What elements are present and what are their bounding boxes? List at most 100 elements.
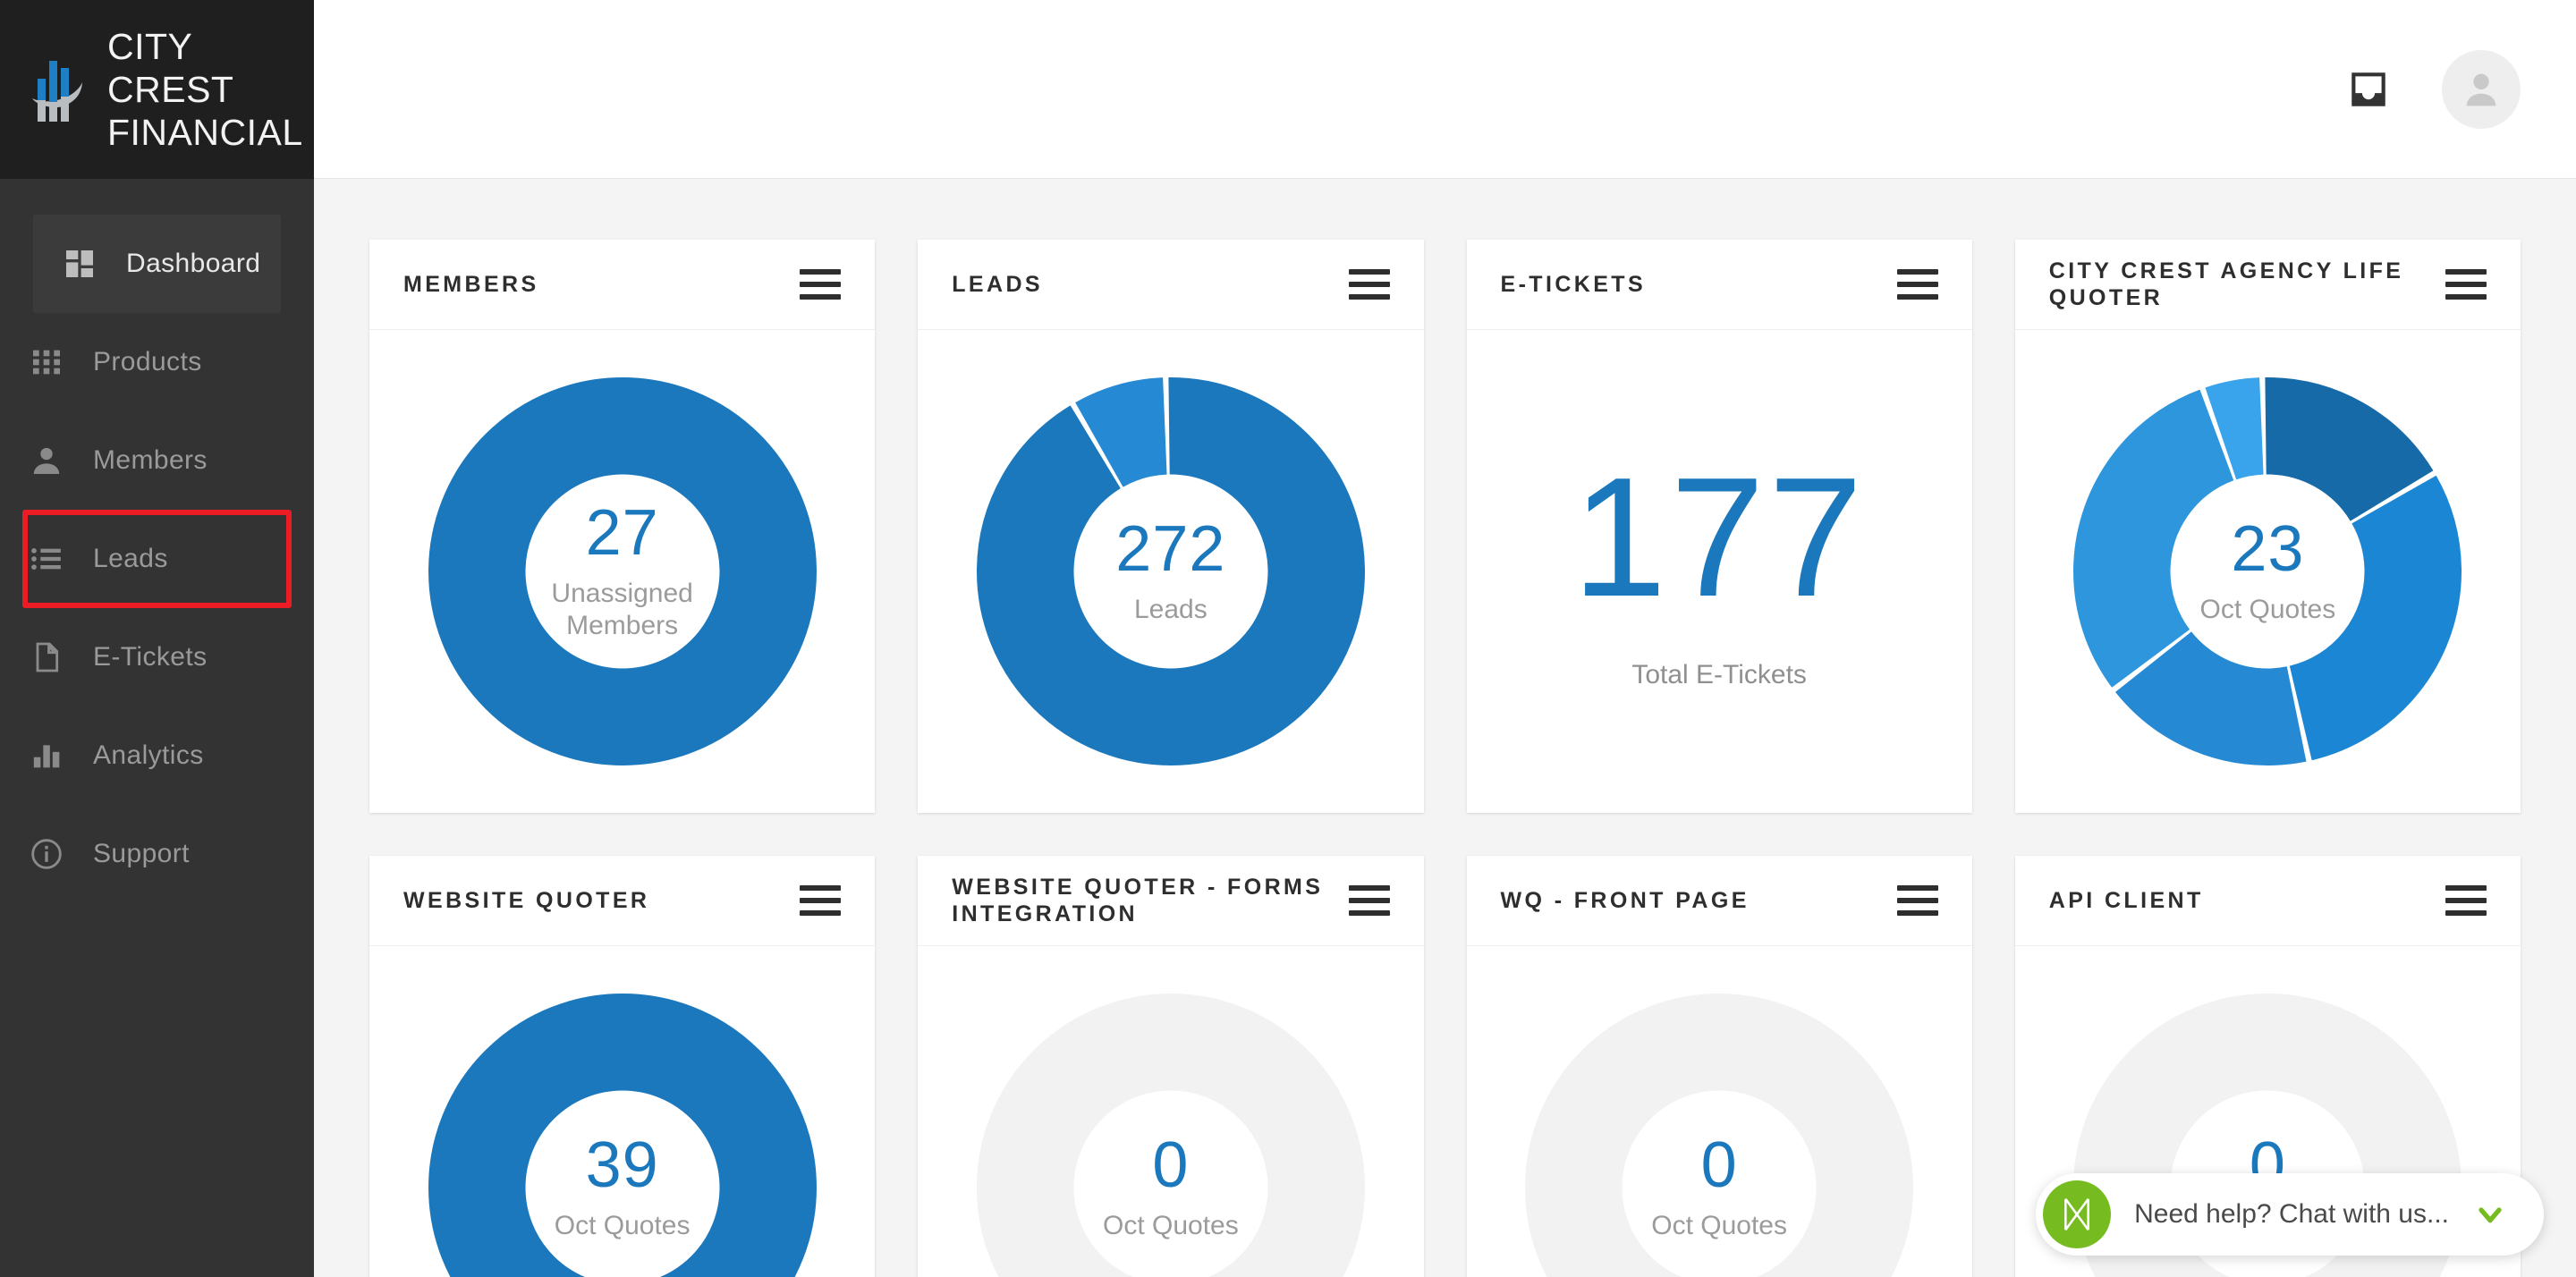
card-title: WEBSITE QUOTER <box>403 888 650 913</box>
card-header: E-TICKETS <box>1466 240 1972 330</box>
donut-chart-life-quoter: 23 Oct Quotes <box>2073 377 2462 765</box>
card-body: 272 Leads <box>918 330 1423 813</box>
card-members: MEMBERS 27 Unassigned Members <box>369 240 876 813</box>
card-wq-front-page: WQ - FRONT PAGE 0 Oct Quotes <box>1466 856 1972 1277</box>
city-crest-bars-logo-icon <box>30 52 88 127</box>
donut-chart-members: 27 Unassigned Members <box>428 377 817 765</box>
donut-label: Oct Quotes <box>2199 595 2336 624</box>
card-header: API CLIENT <box>2014 856 2521 946</box>
sidebar: CITY CREST FINANCIAL Dashboard Products <box>0 0 314 1277</box>
user-avatar-icon <box>2466 73 2496 106</box>
donut-value: 23 <box>2231 513 2305 585</box>
donut-value: 272 <box>1115 513 1226 585</box>
donut-label: Unassigned Members <box>551 579 693 640</box>
donut-chart-forms-integration: 0 Oct Quotes <box>976 994 1365 1277</box>
sidebar-item-label: Analytics <box>93 740 204 770</box>
card-title: E-TICKETS <box>1500 272 1647 297</box>
donut-label: Oct Quotes <box>1103 1211 1239 1240</box>
donut-label: Oct Quotes <box>1651 1211 1787 1240</box>
card-header: LEADS <box>918 240 1424 330</box>
topbar <box>314 0 2576 179</box>
total-e-tickets-value: 177 <box>1572 443 1867 632</box>
donut-label: Leads <box>1134 595 1208 624</box>
dashboard-icon <box>60 244 99 283</box>
hamburger-menu-icon[interactable] <box>2445 269 2487 300</box>
sidebar-item-label: Leads <box>93 544 168 573</box>
dashboard-content: MEMBERS 27 Unassigned Members LEADS 272 … <box>314 179 2576 1277</box>
hamburger-menu-icon[interactable] <box>1348 269 1390 300</box>
sidebar-item-e-tickets[interactable]: E-Tickets <box>0 608 314 706</box>
brand-name: CITY CREST FINANCIAL <box>107 26 303 153</box>
brand-logo[interactable]: CITY CREST FINANCIAL <box>0 0 314 179</box>
sidebar-item-leads[interactable]: Leads <box>0 510 314 608</box>
sidebar-item-members[interactable]: Members <box>0 411 314 510</box>
donut-center: 0 Oct Quotes <box>977 994 1365 1277</box>
card-city-crest-agency-life-quoter: CITY CREST AGENCY LIFE QUOTER 23 Oct Quo… <box>2014 240 2521 813</box>
total-e-tickets-label: Total E-Tickets <box>1631 660 1807 689</box>
card-body: 0 Oct Quotes <box>918 946 1423 1277</box>
card-header: WEBSITE QUOTER - FORMS INTEGRATION <box>918 856 1424 946</box>
card-title: CITY CREST AGENCY LIFE QUOTER <box>2048 258 2404 310</box>
bar-chart-icon <box>27 736 66 775</box>
avatar[interactable] <box>2442 49 2521 129</box>
donut-value: 39 <box>585 1129 659 1201</box>
sidebar-item-label: Support <box>93 839 190 868</box>
chat-brand-logo-icon <box>2043 1180 2112 1248</box>
hamburger-menu-icon[interactable] <box>1348 885 1390 916</box>
sidebar-item-label: Dashboard <box>126 249 261 278</box>
donut-value: 0 <box>1152 1129 1190 1201</box>
card-header: MEMBERS <box>369 240 876 330</box>
sidebar-item-label: Members <box>93 445 208 475</box>
main-area: MEMBERS 27 Unassigned Members LEADS 272 … <box>314 0 2576 1277</box>
card-header: CITY CREST AGENCY LIFE QUOTER <box>2014 240 2521 330</box>
hamburger-menu-icon[interactable] <box>1896 269 1938 300</box>
sidebar-nav: Dashboard Products Members Leads E-Ticke… <box>0 179 314 903</box>
card-website-quoter-forms-integration: WEBSITE QUOTER - FORMS INTEGRATION 0 Oct… <box>918 856 1424 1277</box>
sidebar-item-label: Products <box>93 347 202 376</box>
person-icon <box>27 441 66 480</box>
sidebar-item-support[interactable]: Support <box>0 805 314 903</box>
inbox-tray-icon[interactable] <box>2343 64 2394 114</box>
grid-icon <box>27 343 66 382</box>
card-title: WEBSITE QUOTER - FORMS INTEGRATION <box>952 875 1324 926</box>
card-leads: LEADS 272 Leads <box>918 240 1424 813</box>
donut-center: 23 Oct Quotes <box>2073 377 2462 765</box>
donut-center: 272 Leads <box>977 377 1365 765</box>
card-website-quoter: WEBSITE QUOTER 39 Oct Quotes <box>369 856 876 1277</box>
list-icon <box>27 539 66 579</box>
card-title: WQ - FRONT PAGE <box>1500 888 1750 913</box>
card-body: 177 Total E-Tickets <box>1467 330 1972 813</box>
sidebar-item-analytics[interactable]: Analytics <box>0 706 314 805</box>
donut-center: 27 Unassigned Members <box>428 377 817 765</box>
card-grid: MEMBERS 27 Unassigned Members LEADS 272 … <box>369 240 2521 1277</box>
donut-value: 27 <box>585 497 659 569</box>
chat-widget[interactable]: Need help? Chat with us... <box>2036 1173 2544 1256</box>
donut-center: 39 Oct Quotes <box>428 994 817 1277</box>
donut-chart-wq-front-page: 0 Oct Quotes <box>1525 994 1914 1277</box>
chevron-down-icon[interactable] <box>2472 1197 2508 1232</box>
donut-value: 0 <box>1700 1129 1738 1201</box>
hamburger-menu-icon[interactable] <box>800 885 842 916</box>
donut-label: Oct Quotes <box>554 1211 691 1240</box>
sidebar-item-label: E-Tickets <box>93 642 208 672</box>
card-title: MEMBERS <box>403 272 539 297</box>
card-title: LEADS <box>952 272 1043 297</box>
card-body: 23 Oct Quotes <box>2015 330 2521 813</box>
hamburger-menu-icon[interactable] <box>800 269 842 300</box>
card-body: 39 Oct Quotes <box>369 946 875 1277</box>
sidebar-item-dashboard[interactable]: Dashboard <box>33 215 281 313</box>
hamburger-menu-icon[interactable] <box>2445 885 2487 916</box>
card-title: API CLIENT <box>2048 888 2204 913</box>
card-body: 27 Unassigned Members <box>369 330 875 813</box>
chat-widget-label: Need help? Chat with us... <box>2134 1199 2449 1229</box>
sidebar-item-products[interactable]: Products <box>0 313 314 411</box>
card-header: WQ - FRONT PAGE <box>1466 856 1972 946</box>
hamburger-menu-icon[interactable] <box>1896 885 1938 916</box>
card-body: 0 Oct Quotes <box>1467 946 1972 1277</box>
donut-chart-website-quoter: 39 Oct Quotes <box>428 994 817 1277</box>
info-icon <box>27 834 66 874</box>
card-header: WEBSITE QUOTER <box>369 856 876 946</box>
donut-chart-leads: 272 Leads <box>976 377 1365 765</box>
donut-center: 0 Oct Quotes <box>1525 994 1913 1277</box>
app-root: CITY CREST FINANCIAL Dashboard Products <box>0 0 2576 1277</box>
